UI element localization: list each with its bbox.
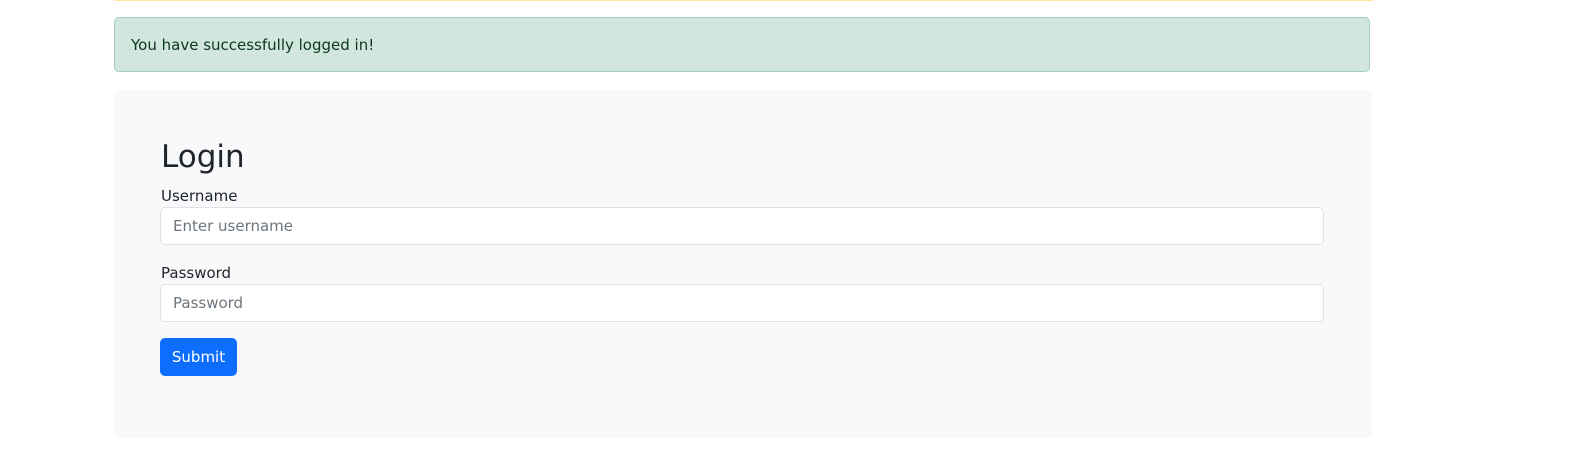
success-alert: You have successfully logged in! bbox=[114, 17, 1370, 72]
username-label: Username bbox=[161, 187, 238, 205]
top-alert-edge bbox=[114, 0, 1373, 1]
password-input[interactable] bbox=[160, 284, 1324, 322]
submit-button[interactable]: Submit bbox=[160, 338, 237, 376]
success-alert-message: You have successfully logged in! bbox=[131, 35, 375, 54]
password-label: Password bbox=[161, 264, 232, 282]
login-title: Login bbox=[161, 139, 245, 175]
username-input[interactable] bbox=[160, 207, 1324, 245]
login-card: Login Username Password Submit bbox=[114, 90, 1372, 438]
